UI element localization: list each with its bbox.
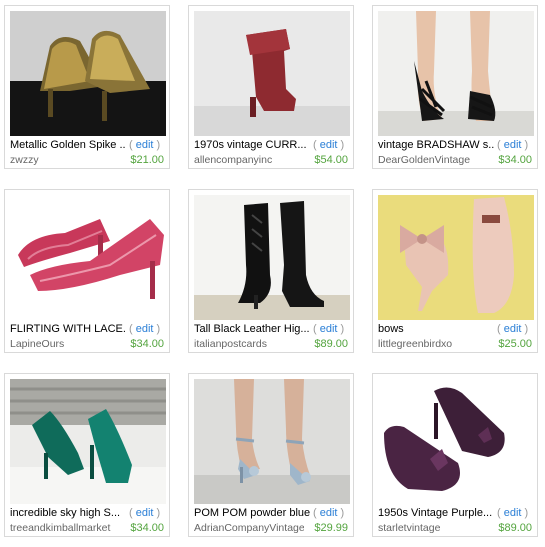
seller-name[interactable]: AdrianCompanyVintage xyxy=(194,522,304,534)
edit-control: ( edit ) xyxy=(129,507,161,519)
gold-heels-image[interactable] xyxy=(10,11,166,136)
nude-bow-pumps-image[interactable] xyxy=(378,195,534,320)
listing-card: POM POM powder blue... ( edit ) AdrianCo… xyxy=(188,373,354,537)
listing-price: $34.00 xyxy=(130,522,164,534)
edit-link[interactable]: edit xyxy=(504,323,522,335)
listing-title[interactable]: incredible sky high S... xyxy=(10,507,126,520)
green-pumps-image[interactable] xyxy=(10,379,166,504)
edit-link[interactable]: edit xyxy=(320,323,338,335)
edit-control: ( edit ) xyxy=(497,507,529,519)
edit-control: ( edit ) xyxy=(129,139,161,151)
listing-price: $89.00 xyxy=(498,522,532,534)
listing-price: $54.00 xyxy=(314,154,348,166)
listing-title[interactable]: POM POM powder blue... xyxy=(194,507,310,520)
seller-name[interactable]: littlegreenbirdxo xyxy=(378,338,488,350)
listing-price: $21.00 xyxy=(130,154,164,166)
edit-control: ( edit ) xyxy=(497,323,529,335)
listing-title[interactable]: Metallic Golden Spike ... xyxy=(10,139,126,152)
seller-name[interactable]: allencompanyinc xyxy=(194,154,304,166)
listing-title[interactable]: 1950s Vintage Purple... xyxy=(378,507,494,520)
purple-bow-pumps-image[interactable] xyxy=(378,379,534,504)
edit-link[interactable]: edit xyxy=(504,507,522,519)
edit-link[interactable]: edit xyxy=(320,507,338,519)
edit-control: ( edit ) xyxy=(313,323,345,335)
seller-name[interactable]: DearGoldenVintage xyxy=(378,154,488,166)
listing-title[interactable]: 1970s vintage CURR... xyxy=(194,139,310,152)
edit-link[interactable]: edit xyxy=(504,139,522,151)
powder-blue-sandals-image[interactable] xyxy=(194,379,350,504)
seller-name[interactable]: zwzzy xyxy=(10,154,120,166)
listing-card: FLIRTING WITH LACE... ( edit ) LapineOur… xyxy=(4,189,170,353)
edit-control: ( edit ) xyxy=(497,139,529,151)
black-strappy-sandals-image[interactable] xyxy=(378,11,534,136)
listing-price: $34.00 xyxy=(130,338,164,350)
listing-card: 1970s vintage CURR... ( edit ) allencomp… xyxy=(188,5,354,169)
listing-card: 1950s Vintage Purple... ( edit ) starlet… xyxy=(372,373,538,537)
seller-name[interactable]: starletvintage xyxy=(378,522,488,534)
listing-title[interactable]: bows xyxy=(378,323,494,336)
listing-price: $25.00 xyxy=(498,338,532,350)
listing-title[interactable]: Tall Black Leather Hig... xyxy=(194,323,310,336)
listing-grid: Metallic Golden Spike ... ( edit ) zwzzy… xyxy=(0,0,545,547)
seller-name[interactable]: italianpostcards xyxy=(194,338,304,350)
listing-card: incredible sky high S... ( edit ) treean… xyxy=(4,373,170,537)
pink-lace-pumps-image[interactable] xyxy=(10,195,166,320)
edit-link[interactable]: edit xyxy=(136,507,154,519)
listing-title[interactable]: FLIRTING WITH LACE... xyxy=(10,323,126,336)
black-leather-boots-image[interactable] xyxy=(194,195,350,320)
seller-name[interactable]: LapineOurs xyxy=(10,338,120,350)
edit-control: ( edit ) xyxy=(313,139,345,151)
listing-price: $29.99 xyxy=(314,522,348,534)
listing-card: bows ( edit ) littlegreenbirdxo $25.00 xyxy=(372,189,538,353)
listing-card: Tall Black Leather Hig... ( edit ) itali… xyxy=(188,189,354,353)
red-suede-boot-image[interactable] xyxy=(194,11,350,136)
edit-control: ( edit ) xyxy=(129,323,161,335)
edit-link[interactable]: edit xyxy=(320,139,338,151)
edit-control: ( edit ) xyxy=(313,507,345,519)
edit-link[interactable]: edit xyxy=(136,139,154,151)
listing-card: vintage BRADSHAW s... ( edit ) DearGolde… xyxy=(372,5,538,169)
edit-link[interactable]: edit xyxy=(136,323,154,335)
listing-price: $34.00 xyxy=(498,154,532,166)
seller-name[interactable]: treeandkimballmarket xyxy=(10,522,120,534)
listing-price: $89.00 xyxy=(314,338,348,350)
listing-card: Metallic Golden Spike ... ( edit ) zwzzy… xyxy=(4,5,170,169)
listing-title[interactable]: vintage BRADSHAW s... xyxy=(378,139,494,152)
